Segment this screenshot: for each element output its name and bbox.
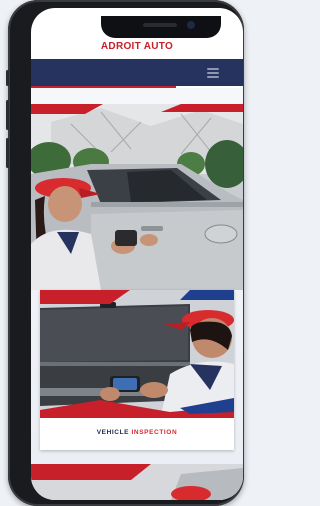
gallery-image-1[interactable] [31, 104, 243, 290]
volume-down-button [6, 138, 9, 168]
caption-vehicle: VEHICLE [96, 429, 130, 436]
volume-up-button [6, 100, 9, 130]
front-camera [187, 21, 195, 29]
brand-name[interactable]: ADROIT AUTO [31, 41, 243, 52]
gallery-image-3[interactable] [31, 464, 243, 500]
caption-inspection: INSPECTION [131, 429, 178, 436]
gallery-caption: VEHICLE INSPECTION [40, 418, 234, 448]
nav-accent-line [31, 86, 176, 88]
mute-switch [6, 70, 9, 86]
speaker-grille [143, 23, 177, 27]
notch [101, 16, 221, 38]
phone-screen: TM ADROIT AUTO [31, 8, 243, 500]
hamburger-icon[interactable] [207, 68, 219, 78]
phone-frame: TM ADROIT AUTO [6, 0, 244, 506]
